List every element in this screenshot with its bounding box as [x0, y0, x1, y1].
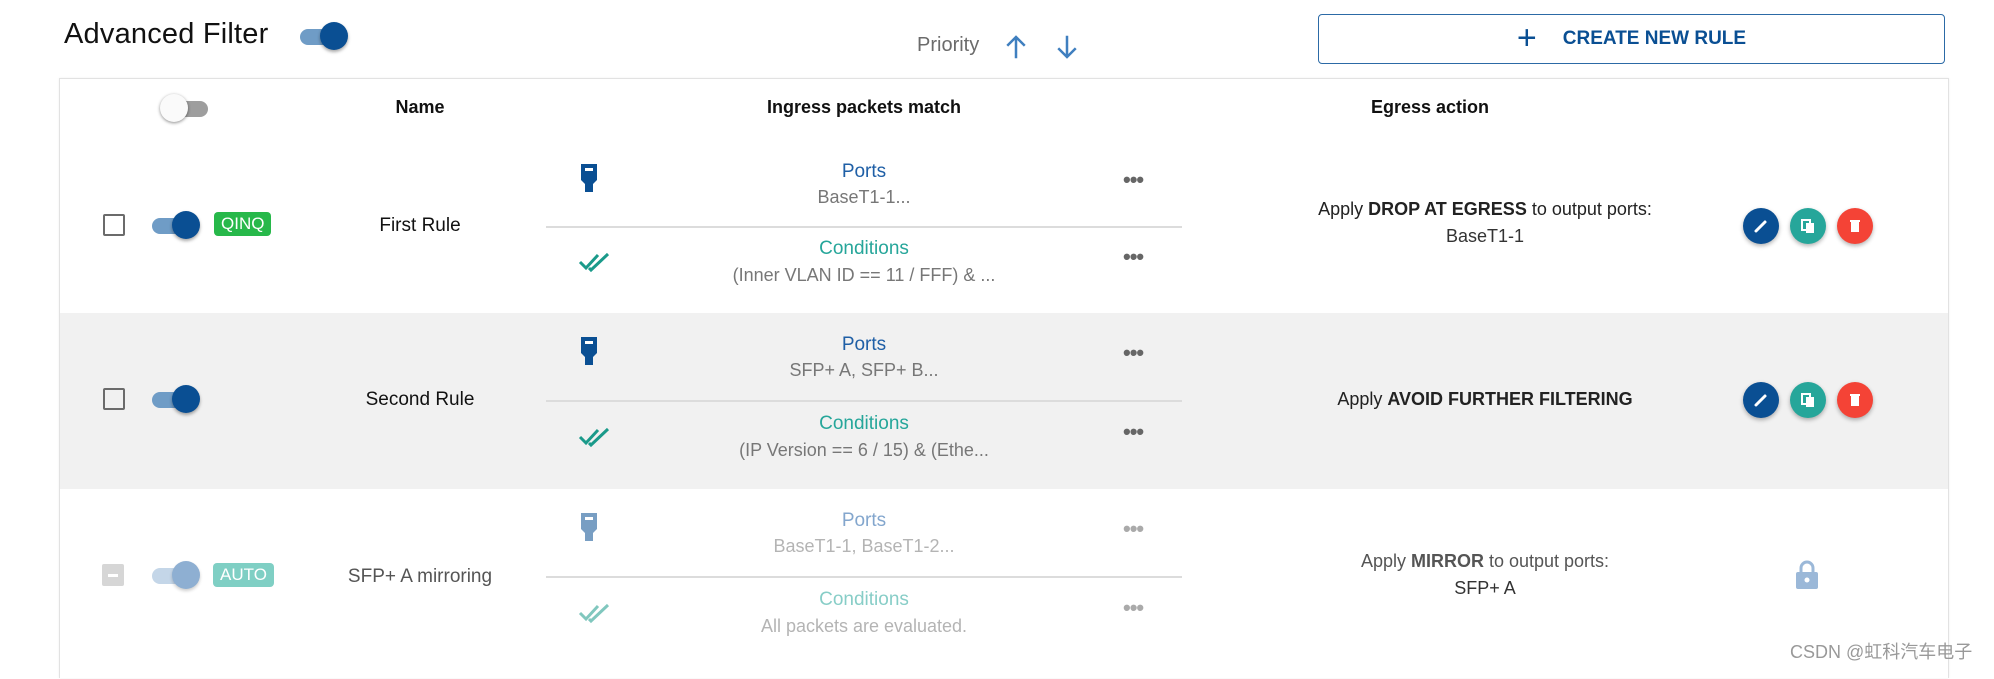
rule-type-badge: QINQ — [214, 212, 272, 236]
column-header-name[interactable]: Name — [395, 97, 444, 118]
egress-prefix: Apply — [1318, 199, 1369, 219]
arrow-up-icon[interactable] — [1001, 32, 1031, 62]
ports-value: SFP+ A, SFP+ B... — [789, 360, 939, 380]
more-horizontal-icon[interactable]: ••• — [1123, 340, 1144, 366]
lock-icon — [1796, 560, 1818, 589]
egress-action: Apply MIRROR to output ports: SFP+ A — [1185, 551, 1785, 599]
copy-icon — [1801, 219, 1814, 233]
row-checkbox-indeterminate — [102, 564, 124, 586]
rule-row[interactable]: QINQ First Rule Ports BaseT1-1... ••• Co… — [60, 141, 1948, 313]
egress-action-name: DROP AT EGRESS — [1368, 199, 1527, 219]
more-horizontal-icon[interactable]: ••• — [1123, 516, 1144, 542]
toggle-knob — [160, 94, 188, 122]
egress-ports: SFP+ A — [1454, 578, 1516, 598]
rule-enabled-toggle[interactable] — [152, 385, 200, 413]
select-all-toggle[interactable] — [160, 94, 208, 122]
egress-ports: BaseT1-1 — [1445, 226, 1525, 246]
copy-button[interactable] — [1790, 208, 1826, 244]
conditions-section: Conditions (IP Version == 6 / 15) & (Eth… — [546, 401, 1182, 476]
rule-row[interactable]: Second Rule Ports SFP+ A, SFP+ B... ••• … — [60, 313, 1948, 489]
rule-row[interactable]: AUTO SFP+ A mirroring Ports BaseT1-1, Ba… — [60, 489, 1948, 679]
ports-label: Ports — [841, 161, 887, 182]
toggle-knob — [320, 22, 348, 50]
rule-name: Second Rule — [365, 389, 475, 410]
ports-label: Ports — [841, 334, 887, 355]
conditions-label: Conditions — [819, 589, 909, 610]
advanced-filter-toggle[interactable] — [300, 22, 348, 50]
delete-button[interactable] — [1837, 382, 1873, 418]
delete-button[interactable] — [1837, 208, 1873, 244]
toggle-knob — [172, 561, 200, 589]
rule-enabled-toggle — [152, 561, 200, 589]
conditions-label: Conditions — [819, 238, 909, 259]
conditions-section: Conditions (Inner VLAN ID == 11 / FFF) &… — [546, 227, 1182, 302]
ports-value: BaseT1-1... — [817, 187, 911, 207]
egress-action: Apply DROP AT EGRESS to output ports: Ba… — [1185, 199, 1785, 247]
ports-section: Ports SFP+ A, SFP+ B... ••• — [546, 313, 1182, 388]
egress-suffix: to output ports: — [1526, 199, 1652, 219]
more-horizontal-icon[interactable]: ••• — [1123, 167, 1144, 193]
watermark: CSDN @虹科汽车电子 — [1790, 642, 1973, 662]
column-header-egress: Egress action — [1370, 97, 1490, 117]
arrow-down-icon[interactable] — [1052, 32, 1082, 62]
egress-prefix: Apply — [1337, 389, 1388, 409]
ports-section: Ports BaseT1-1, BaseT1-2... ••• — [546, 489, 1182, 564]
ports-label: Ports — [841, 510, 887, 531]
ports-section: Ports BaseT1-1... ••• — [546, 141, 1182, 216]
egress-action-name: AVOID FURTHER FILTERING — [1387, 389, 1633, 409]
row-checkbox[interactable] — [103, 214, 125, 236]
trash-icon — [1850, 394, 1860, 406]
copy-button[interactable] — [1790, 382, 1826, 418]
rule-name: First Rule — [379, 215, 461, 236]
more-horizontal-icon[interactable]: ••• — [1123, 419, 1144, 445]
priority-label: Priority — [917, 34, 980, 56]
edit-button[interactable] — [1743, 382, 1779, 418]
rule-enabled-toggle[interactable] — [152, 211, 200, 239]
conditions-label: Conditions — [819, 413, 909, 434]
more-horizontal-icon[interactable]: ••• — [1123, 595, 1144, 621]
egress-action-name: MIRROR — [1410, 551, 1484, 571]
toggle-knob — [172, 211, 200, 239]
rule-name: SFP+ A mirroring — [347, 566, 493, 587]
rule-type-badge: AUTO — [213, 563, 274, 587]
plus-icon: + — [1516, 18, 1537, 57]
conditions-value: All packets are evaluated. — [760, 616, 968, 636]
edit-button[interactable] — [1743, 208, 1779, 244]
page-title: Advanced Filter — [64, 18, 269, 50]
conditions-value: (IP Version == 6 / 15) & (Ethe... — [739, 440, 989, 460]
conditions-section: Conditions All packets are evaluated. ••… — [546, 577, 1182, 652]
pencil-icon — [1754, 394, 1767, 407]
egress-action: Apply AVOID FURTHER FILTERING — [1185, 389, 1785, 410]
rules-table: Name Ingress packets match Egress action… — [59, 78, 1949, 678]
column-header-ingress: Ingress packets match — [766, 97, 962, 117]
trash-icon — [1850, 220, 1860, 232]
create-new-rule-button[interactable]: + CREATE NEW RULE — [1318, 14, 1945, 64]
more-horizontal-icon[interactable]: ••• — [1123, 244, 1144, 270]
toggle-knob — [172, 385, 200, 413]
pencil-icon — [1754, 220, 1767, 233]
create-new-rule-label: CREATE NEW RULE — [1562, 28, 1747, 49]
egress-prefix: Apply — [1360, 551, 1411, 571]
ports-value: BaseT1-1, BaseT1-2... — [773, 536, 955, 556]
row-checkbox[interactable] — [103, 388, 125, 410]
conditions-value: (Inner VLAN ID == 11 / FFF) & ... — [732, 265, 996, 285]
egress-suffix: to output ports: — [1483, 551, 1610, 571]
copy-icon — [1801, 393, 1814, 407]
